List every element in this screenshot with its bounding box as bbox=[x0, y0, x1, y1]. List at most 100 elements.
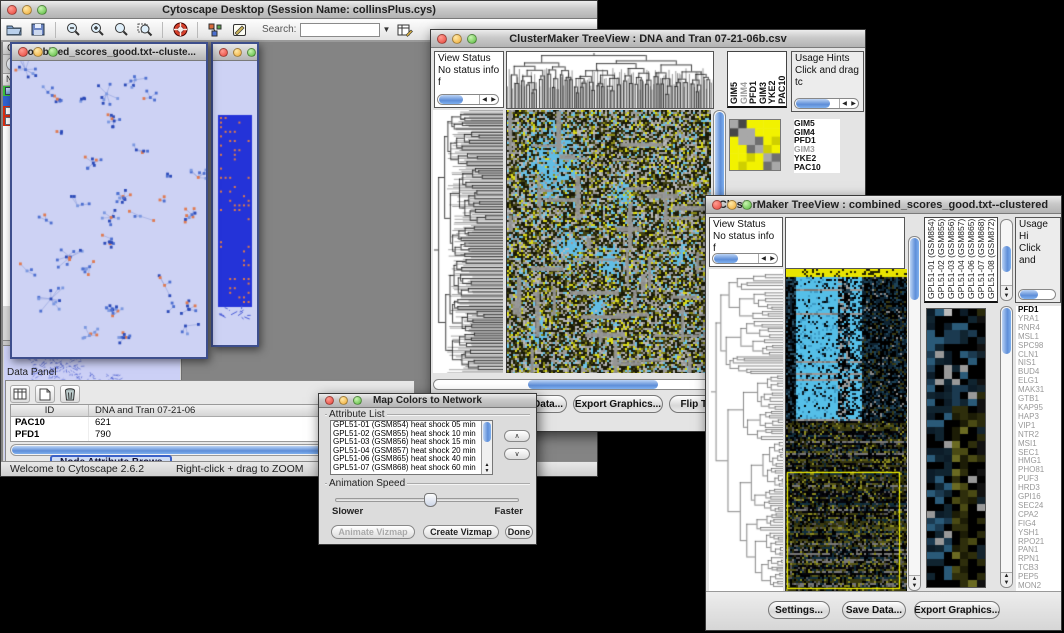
column-label[interactable]: GPL51-07 (GSM868) bbox=[976, 220, 986, 299]
usage-hints-panel: Usage Hi Click and bbox=[1015, 217, 1061, 303]
treeview-action-button[interactable]: Export Graphics... bbox=[573, 395, 663, 413]
zoom-heatmap[interactable] bbox=[926, 308, 986, 588]
move-up-button[interactable]: ∧ bbox=[504, 430, 530, 442]
main-titlebar[interactable]: Cytoscape Desktop (Session Name: collins… bbox=[1, 1, 597, 19]
column-labels-scrollbar[interactable]: ▲▼ bbox=[1000, 219, 1013, 301]
window-controls bbox=[7, 5, 47, 15]
toolbar-separator bbox=[197, 22, 198, 38]
animate-vizmap-button[interactable]: Animate Vizmap bbox=[331, 525, 415, 539]
zoom-heatmap-scrollbar[interactable]: ▲▼ bbox=[1000, 306, 1013, 588]
view-status-scrollbar[interactable]: ◀▶ bbox=[712, 253, 778, 264]
column-label[interactable]: GPL51-01 (GSM854) bbox=[926, 220, 936, 299]
network-view-window-1: combined_scores_good.txt--cluste... bbox=[10, 42, 208, 359]
close-button[interactable] bbox=[325, 396, 334, 405]
zoom-button[interactable] bbox=[467, 34, 477, 44]
tv2-titlebar[interactable]: ClusterMaker TreeView : combined_scores_… bbox=[706, 196, 1061, 214]
new-attribute-icon[interactable] bbox=[35, 385, 55, 403]
network-view-canvas-dense[interactable] bbox=[213, 61, 257, 345]
close-button[interactable] bbox=[712, 200, 722, 210]
minimize-button[interactable] bbox=[727, 200, 737, 210]
search-dropdown-arrow[interactable]: ▼ bbox=[382, 25, 390, 34]
row-labels: GIM5GIM4PFD1GIM3YKE2PAC10 bbox=[794, 119, 840, 173]
tv1-titlebar[interactable]: ClusterMaker TreeView : DNA and Tran 07-… bbox=[431, 30, 865, 48]
status-welcome: Welcome to Cytoscape 2.6.2 bbox=[10, 463, 144, 475]
global-heatmap[interactable] bbox=[506, 110, 711, 373]
dialog-titlebar[interactable]: Map Colors to Network bbox=[319, 394, 536, 408]
row-dendrogram[interactable] bbox=[709, 269, 783, 591]
minimize-button[interactable] bbox=[339, 396, 348, 405]
row-label[interactable]: PAC10 bbox=[794, 163, 840, 172]
network-view-canvas[interactable] bbox=[12, 61, 206, 357]
usage-hints-scrollbar[interactable]: ◀▶ bbox=[794, 98, 859, 109]
column-label[interactable]: PAC10 bbox=[777, 54, 787, 104]
column-labels: GIM5GIM4PFD1GIM3YKE2PAC10 bbox=[727, 51, 787, 108]
search-input[interactable] bbox=[300, 23, 380, 37]
close-button[interactable] bbox=[7, 5, 17, 15]
attribute-select-icon[interactable] bbox=[10, 385, 30, 403]
column-label[interactable]: GPL51-02 (GSM855) bbox=[936, 220, 946, 299]
animation-speed-slider[interactable] bbox=[335, 498, 519, 502]
zoom-button[interactable] bbox=[37, 5, 47, 15]
gene-label[interactable]: MON2 bbox=[1018, 582, 1061, 591]
heatmap-vscrollbar[interactable]: ▲▼ bbox=[908, 236, 921, 591]
column-dendrogram[interactable] bbox=[506, 51, 714, 109]
annotation-icon[interactable] bbox=[230, 22, 248, 38]
save-icon[interactable] bbox=[29, 22, 47, 38]
netwin2-titlebar[interactable] bbox=[213, 44, 257, 61]
column-label[interactable]: GPL51-03 (GSM856) bbox=[946, 220, 956, 299]
column-label[interactable]: GPL51-08 (GSM872) bbox=[986, 220, 996, 299]
global-heatmap[interactable] bbox=[785, 269, 907, 591]
close-button[interactable] bbox=[18, 47, 28, 57]
attribute-list-item[interactable]: GPL51-07 (GSM868) heat shock 60 min bbox=[333, 464, 492, 473]
close-button[interactable] bbox=[219, 48, 228, 57]
column-label[interactable]: GIM4 bbox=[739, 54, 749, 104]
move-down-button[interactable]: ∨ bbox=[504, 448, 530, 460]
toolbar-separator bbox=[55, 22, 56, 38]
zoom-button[interactable] bbox=[247, 48, 256, 57]
column-label[interactable]: YKE2 bbox=[767, 54, 777, 104]
main-window-title: Cytoscape Desktop (Session Name: collins… bbox=[1, 4, 597, 16]
help-lifering-icon[interactable] bbox=[171, 22, 189, 38]
view-status-scrollbar[interactable]: ◀▶ bbox=[437, 94, 499, 105]
delete-attribute-icon[interactable] bbox=[60, 385, 80, 403]
desktop: Cytoscape Desktop (Session Name: collins… bbox=[0, 0, 1064, 633]
close-button[interactable] bbox=[437, 34, 447, 44]
zoom-heatmap[interactable] bbox=[729, 119, 781, 171]
attribute-list-scrollbar[interactable]: ▲▼ bbox=[481, 421, 492, 474]
minimize-button[interactable] bbox=[452, 34, 462, 44]
attribute-browser-icon[interactable] bbox=[396, 22, 414, 38]
minimize-button[interactable] bbox=[233, 48, 242, 57]
column-labels: GPL51-01 (GSM854)GPL51-02 (GSM855)GPL51-… bbox=[924, 217, 998, 303]
network-modify-icon[interactable] bbox=[206, 22, 224, 38]
minimize-button[interactable] bbox=[33, 47, 43, 57]
create-vizmap-button[interactable]: Create Vizmap bbox=[423, 525, 499, 539]
usage-hints-scrollbar[interactable] bbox=[1018, 289, 1056, 300]
zoom-fit-icon[interactable] bbox=[136, 22, 154, 38]
view-status-panel: View Status No status info f ◀▶ bbox=[434, 51, 504, 108]
zoom-button[interactable] bbox=[48, 47, 58, 57]
column-label[interactable]: GPL51-04 (GSM857) bbox=[956, 220, 966, 299]
column-label[interactable]: GIM5 bbox=[729, 54, 739, 104]
zoom-selected-icon[interactable] bbox=[112, 22, 130, 38]
treeview-action-button[interactable]: Settings... bbox=[768, 601, 830, 619]
row-dendrogram[interactable] bbox=[433, 110, 503, 373]
zoom-in-icon[interactable] bbox=[88, 22, 106, 38]
map-colors-dialog: Map Colors to Network Attribute List GPL… bbox=[318, 393, 537, 545]
treeview-action-button[interactable]: Save Data... bbox=[842, 601, 906, 619]
column-label[interactable]: GIM3 bbox=[758, 54, 768, 104]
zoom-button[interactable] bbox=[353, 396, 362, 405]
tv2-title: ClusterMaker TreeView : combined_scores_… bbox=[706, 199, 1061, 211]
column-label[interactable]: PFD1 bbox=[748, 54, 758, 104]
column-label[interactable]: GPL51-06 (GSM865) bbox=[966, 220, 976, 299]
attribute-list-label: Attribute List bbox=[327, 409, 387, 420]
netwin1-titlebar[interactable]: combined_scores_good.txt--cluste... bbox=[12, 44, 206, 61]
treeview-action-button[interactable]: Export Graphics... bbox=[914, 601, 1000, 619]
minimize-button[interactable] bbox=[22, 5, 32, 15]
zoom-out-icon[interactable] bbox=[64, 22, 82, 38]
done-button[interactable]: Done bbox=[505, 525, 533, 539]
zoom-button[interactable] bbox=[742, 200, 752, 210]
attribute-list[interactable]: GPL51-01 (GSM854) heat shock 05 minGPL51… bbox=[330, 420, 493, 475]
slider-thumb[interactable] bbox=[424, 493, 437, 507]
open-folder-icon[interactable] bbox=[5, 22, 23, 38]
heatmap-hscrollbar[interactable]: ◀▶ bbox=[433, 379, 725, 390]
